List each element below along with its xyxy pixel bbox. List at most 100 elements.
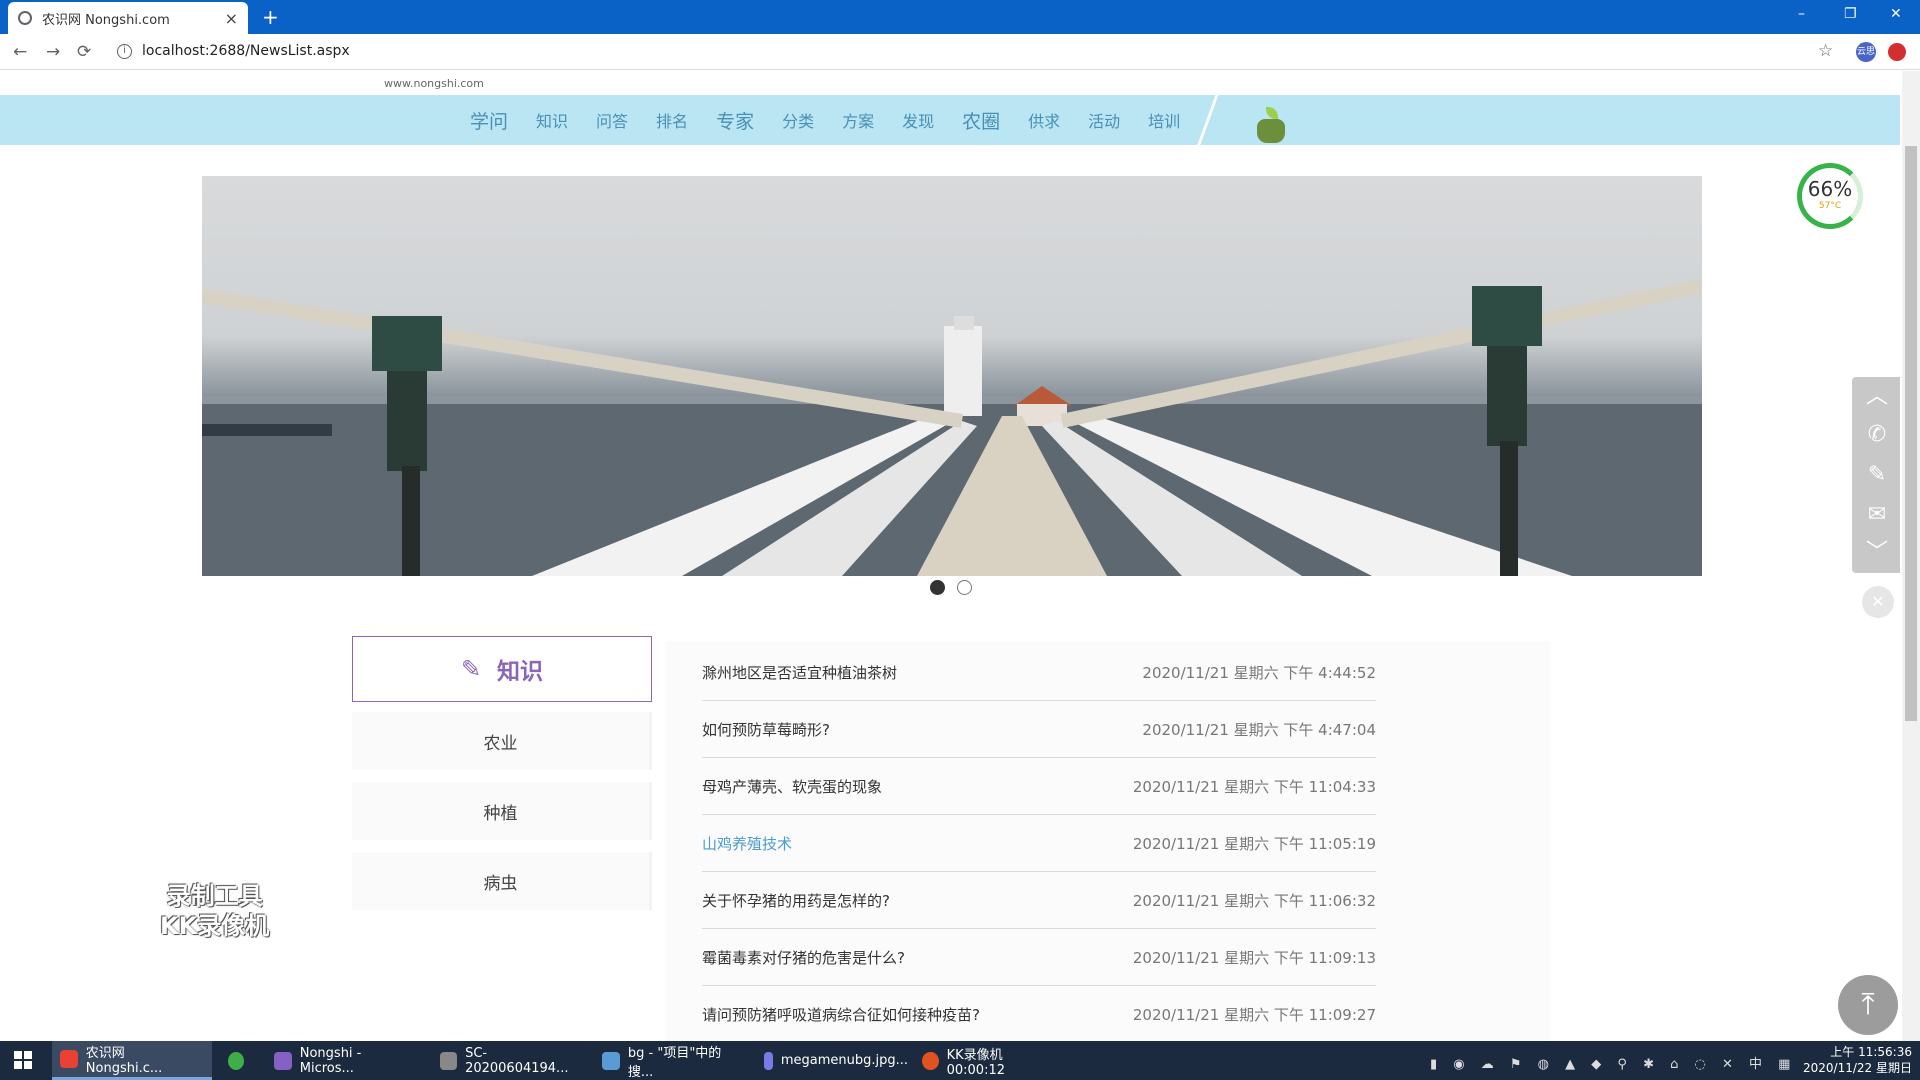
task-label: KK录像机 00:00:12	[946, 1047, 1005, 1078]
news-title-link[interactable]: 山鸡养殖技术	[702, 833, 792, 854]
nav-item[interactable]: 供求	[1028, 108, 1060, 132]
pen-icon: ✎	[460, 655, 482, 683]
watermark-line-1: 录制工具	[166, 882, 263, 910]
taskbar-clock[interactable]: 上午 11:56:36 2020/11/22 星期日	[1800, 1044, 1912, 1076]
news-row[interactable]: 霉菌毒素对仔猪的危害是什么? 2020/11/21 星期六 下午 11:09:1…	[702, 929, 1376, 986]
logo-domain: www.nongshi.com	[384, 77, 484, 90]
close-window-button[interactable]: ✕	[1890, 6, 1902, 22]
page-scrollbar[interactable]	[1902, 71, 1920, 1041]
news-date: 2020/11/21 星期六 下午 4:44:52	[1142, 663, 1376, 682]
news-title[interactable]: 请问预防猪呼吸道病综合征如何接种疫苗?	[702, 1004, 980, 1025]
news-row[interactable]: 如何预防草莓畸形? 2020/11/21 星期六 下午 4:47:04	[702, 701, 1376, 758]
nav-item[interactable]: 排名	[656, 108, 688, 132]
category-title: 知识	[497, 659, 544, 685]
new-tab-button[interactable]: +	[262, 5, 279, 29]
nav-item[interactable]: 活动	[1088, 108, 1120, 132]
news-row[interactable]: 母鸡产薄壳、软壳蛋的现象 2020/11/21 星期六 下午 11:04:33	[702, 758, 1376, 815]
nav-item[interactable]: 学问	[470, 107, 508, 134]
category-header: ✎ 知识	[352, 636, 652, 702]
carousel-dot-2[interactable]	[957, 580, 972, 595]
address-bar[interactable]: localhost:2688/NewsList.aspx	[142, 43, 350, 59]
reload-button[interactable]: ⟳	[77, 42, 91, 62]
page-content: www.nongshi.com 学问 知识 问答 排名 专家 分类 方案 发现 …	[0, 71, 1900, 1041]
taskbar-item-image-viewer[interactable]: megamenubg.jpg...	[756, 1041, 916, 1080]
gauge-percent: 66%	[1807, 177, 1853, 201]
nav-item[interactable]: 培训	[1148, 108, 1180, 132]
news-date: 2020/11/21 星期六 下午 11:05:19	[1132, 834, 1376, 853]
windows-start-icon[interactable]	[14, 1051, 32, 1069]
taskbar-item-visual-studio[interactable]: Nongshi - Micros...	[266, 1041, 426, 1080]
news-date: 2020/11/21 星期六 下午 11:09:13	[1132, 948, 1376, 967]
restore-button[interactable]: ❐	[1844, 6, 1857, 22]
news-row[interactable]: 请问预防猪呼吸道病综合征如何接种疫苗? 2020/11/21 星期六 下午 11…	[702, 986, 1376, 1041]
task-label: bg - "项目"中的搜...	[627, 1045, 722, 1080]
news-row[interactable]: 滁州地区是否适宜种植油茶树 2020/11/21 星期六 下午 4:44:52	[702, 644, 1376, 701]
sidebar-item-planting[interactable]: 种植	[352, 782, 652, 840]
news-date: 2020/11/21 星期六 下午 4:47:04	[1142, 720, 1376, 739]
forward-button[interactable]: →	[46, 42, 60, 62]
nav-item[interactable]: 知识	[536, 108, 568, 132]
chevron-up-icon[interactable]: ︿	[1852, 377, 1900, 417]
tab-close-icon[interactable]: ×	[225, 9, 238, 28]
sidebar-item-agriculture[interactable]: 农业	[352, 712, 652, 770]
task-label: 农识网 Nongshi.c...	[85, 1046, 163, 1076]
extension-red-icon[interactable]	[1888, 43, 1906, 61]
mail-icon[interactable]: ✉	[1852, 495, 1900, 535]
browser-tab[interactable]: 农识网 Nongshi.com ×	[8, 2, 248, 34]
news-title[interactable]: 如何预防草莓畸形?	[702, 719, 830, 740]
news-title[interactable]: 霉菌毒素对仔猪的危害是什么?	[702, 947, 905, 968]
recorder-icon	[922, 1051, 939, 1070]
minimize-button[interactable]: –	[1798, 6, 1805, 22]
task-label: Nongshi - Micros...	[299, 1045, 362, 1076]
chevron-down-icon[interactable]: ﹀	[1852, 533, 1900, 573]
info-icon[interactable]: i	[117, 44, 132, 59]
nav-item[interactable]: 专家	[716, 107, 754, 134]
news-row[interactable]: 山鸡养殖技术 2020/11/21 星期六 下午 11:05:19	[702, 815, 1376, 872]
news-date: 2020/11/21 星期六 下午 11:04:33	[1132, 777, 1376, 796]
nav-item[interactable]: 农圈	[962, 107, 1000, 134]
carousel-dot-1[interactable]	[930, 580, 945, 595]
lighthouse-bridge-illustration	[202, 279, 1702, 576]
taskbar-item-explorer[interactable]: bg - "项目"中的搜...	[594, 1041, 754, 1080]
news-title[interactable]: 滁州地区是否适宜种植油茶树	[702, 662, 897, 683]
extension-icon[interactable]: 云思	[1856, 42, 1876, 62]
sidebar-item-pests[interactable]: 病虫	[352, 852, 652, 910]
browser-tabbar: 农识网 Nongshi.com × + – ❐ ✕	[0, 0, 1920, 34]
edit-icon[interactable]: ✎	[1852, 455, 1900, 495]
floating-toolbar: ︿ ✆ ✎ ✉ ﹀	[1852, 377, 1900, 573]
clock-date: 2020/11/22 星期日	[1803, 1061, 1912, 1075]
bookmark-star-icon[interactable]: ☆	[1818, 41, 1833, 61]
taskbar-item-green-app[interactable]	[220, 1041, 260, 1080]
mascot-icon[interactable]	[1254, 107, 1288, 143]
image-viewer-icon	[764, 1051, 773, 1070]
carousel-dots	[930, 580, 972, 595]
system-tray[interactable]: ▮ ◉ ☁ ⚑ ◍ ▲ ◆ ⚲ ✱ ⌂ ◌ ✕ 中 ▦	[1430, 1053, 1796, 1072]
carousel-image[interactable]	[202, 176, 1702, 576]
back-to-top-button[interactable]: ⤒	[1838, 975, 1898, 1035]
task-label: megamenubg.jpg...	[780, 1053, 908, 1068]
phone-icon[interactable]: ✆	[1852, 415, 1900, 455]
news-date: 2020/11/21 星期六 下午 11:06:32	[1132, 891, 1376, 910]
visual-studio-icon	[274, 1051, 292, 1070]
ime-indicator[interactable]: 中	[1749, 1057, 1768, 1072]
recorder-watermark: 录制工具 KK录像机	[160, 881, 269, 941]
chrome-icon	[60, 1050, 78, 1068]
back-button[interactable]: ←	[13, 42, 27, 62]
close-icon[interactable]: ✕	[1862, 586, 1894, 618]
nav-item[interactable]: 分类	[782, 108, 814, 132]
news-title[interactable]: 关于怀孕猪的用药是怎样的?	[702, 890, 890, 911]
app-icon	[228, 1051, 244, 1070]
globe-icon	[18, 11, 32, 25]
taskbar-item-screenshot[interactable]: SC-20200604194...	[432, 1041, 592, 1080]
nav-item[interactable]: 方案	[842, 108, 874, 132]
nav-item[interactable]: 发现	[902, 108, 934, 132]
performance-gauge[interactable]: 66% 57°C	[1797, 163, 1863, 229]
taskbar-item-chrome[interactable]: 农识网 Nongshi.c...	[52, 1041, 212, 1080]
taskbar-item-kk-recorder[interactable]: KK录像机 00:00:12	[914, 1041, 1064, 1080]
windows-taskbar: 农识网 Nongshi.c... Nongshi - Micros... SC-…	[0, 1041, 1920, 1080]
news-row[interactable]: 关于怀孕猪的用药是怎样的? 2020/11/21 星期六 下午 11:06:32	[702, 872, 1376, 929]
news-title[interactable]: 母鸡产薄壳、软壳蛋的现象	[702, 776, 882, 797]
scrollbar-thumb[interactable]	[1905, 146, 1917, 721]
main-nav: 学问 知识 问答 排名 专家 分类 方案 发现 农圈 供求 活动 培训	[470, 95, 1208, 145]
nav-item[interactable]: 问答	[596, 108, 628, 132]
